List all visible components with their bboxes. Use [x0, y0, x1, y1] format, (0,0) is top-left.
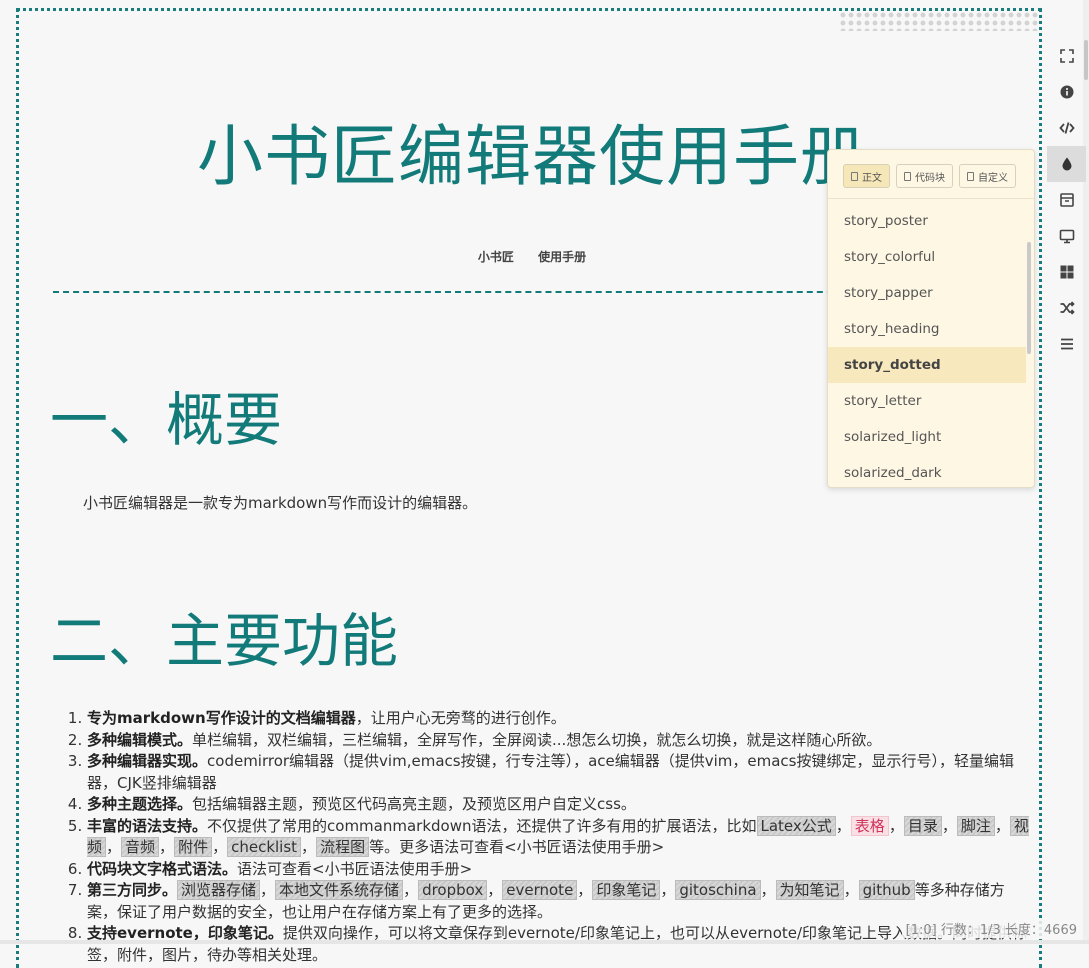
- shuffle-icon: [1060, 301, 1075, 315]
- feature-item: 专为markdown写作设计的文档编辑器，让用户心无旁骛的进行创作。: [87, 708, 1032, 730]
- bottom-strip: [0, 940, 1089, 944]
- right-toolbar: [1047, 38, 1086, 362]
- theme-drop-icon: [1062, 157, 1071, 171]
- feature-tag[interactable]: 音频: [121, 837, 160, 857]
- feature-tag[interactable]: checklist: [227, 837, 302, 857]
- menu-icon: [1060, 338, 1073, 350]
- theme-option[interactable]: solarized_dark: [828, 455, 1026, 487]
- feature-tag[interactable]: 为知笔记: [775, 880, 844, 900]
- feature-title: 多种主题选择。: [87, 795, 193, 813]
- feature-title: 第三方同步。: [87, 881, 178, 899]
- tab-custom-label: 自定义: [978, 172, 1008, 184]
- feature-list: 专为markdown写作设计的文档编辑器，让用户心无旁骛的进行创作。多种编辑模式…: [65, 708, 1032, 966]
- feature-item: 代码块文字格式语法。语法可查看<小书匠语法使用手册>: [87, 859, 1032, 881]
- feature-text: ，让用户心无旁骛的进行创作。: [355, 709, 566, 727]
- theme-option[interactable]: story_poster: [828, 203, 1026, 239]
- theme-option[interactable]: story_colorful: [828, 239, 1026, 275]
- feature-item: 多种编辑模式。单栏编辑，双栏编辑，三栏编辑，全屏写作，全屏阅读...想怎么切换，…: [87, 730, 1032, 752]
- feature-tag[interactable]: dropbox: [418, 880, 488, 900]
- monitor-button[interactable]: [1047, 218, 1086, 254]
- tab-codeblock-label: 代码块: [915, 172, 945, 184]
- tab-custom[interactable]: 自定义: [959, 164, 1016, 188]
- shuffle-button[interactable]: [1047, 290, 1086, 326]
- subtitle-author: 小书匠: [477, 250, 514, 264]
- code-button[interactable]: [1047, 110, 1086, 146]
- grid-icon: [1060, 265, 1073, 279]
- feature-title: 丰富的语法支持。: [87, 816, 208, 835]
- theme-option[interactable]: solarized_light: [828, 419, 1026, 455]
- feature-tag[interactable]: 印象笔记: [592, 880, 661, 900]
- section-heading-overview: 一、概要: [50, 386, 283, 454]
- info-icon: [1060, 85, 1073, 99]
- theme-list-scrollbar[interactable]: [1027, 242, 1031, 354]
- feature-tag[interactable]: 浏览器存储: [177, 880, 261, 900]
- feature-tag[interactable]: 目录: [903, 815, 942, 836]
- feature-text: 语法可查看<小书匠语法使用手册>: [237, 859, 473, 878]
- theme-popup: 正文 代码块 自定义 story_poster story_colorful sto…: [827, 149, 1035, 488]
- feature-text: codemirror编辑器（提供vim,emacs按键，行专注等），ace编辑器…: [87, 752, 1014, 792]
- feature-text: 单栏编辑，双栏编辑，三栏编辑，全屏写作，全屏阅读...想怎么切换，就怎么切换，就…: [192, 730, 882, 749]
- feature-item: 支持evernote，印象笔记。提供双向操作，可以将文章保存到evernote/…: [87, 923, 1032, 966]
- feature-title: 代码块文字格式语法。: [87, 859, 238, 878]
- feature-tag[interactable]: 脚注: [956, 815, 995, 836]
- monitor-icon: [1059, 229, 1074, 244]
- feature-title: 专为markdown写作设计的文档编辑器: [87, 709, 356, 727]
- theme-option[interactable]: story_papper: [828, 275, 1026, 311]
- feature-tag[interactable]: 流程图: [316, 837, 370, 857]
- document-icon: [967, 171, 974, 181]
- feature-tail: 等。更多语法可查看<小书匠语法使用手册>: [369, 838, 665, 856]
- feature-tag[interactable]: 表格: [850, 815, 889, 836]
- fullscreen-icon: [1059, 49, 1074, 63]
- theme-option[interactable]: story_letter: [828, 383, 1026, 419]
- feature-tag[interactable]: evernote: [502, 880, 578, 900]
- feature-tag[interactable]: 附件: [174, 837, 213, 857]
- archive-icon: [1059, 193, 1074, 207]
- title-divider: [53, 291, 853, 293]
- subtitle-name: 使用手册: [538, 250, 587, 264]
- feature-item: 多种主题选择。包括编辑器主题，预览区代码高亮主题，及预览区用户自定义css。: [87, 794, 1032, 816]
- theme-option[interactable]: story_heading: [828, 311, 1026, 347]
- feature-item: 丰富的语法支持。不仅提供了常用的commanmarkdown语法，还提供了许多有…: [87, 815, 1032, 859]
- theme-list: story_poster story_colorful story_papper st…: [828, 203, 1026, 487]
- feature-tag[interactable]: 本地文件系统存储: [275, 880, 404, 900]
- feature-tag[interactable]: Latex公式: [756, 815, 836, 836]
- feature-title: 多种编辑器实现。: [87, 752, 208, 770]
- theme-popup-tabs: 正文 代码块 自定义: [828, 150, 1034, 199]
- document-icon: [904, 171, 911, 181]
- status-bar: [1:0] 行数：1/3 长度：4669: [901, 919, 1081, 938]
- feature-tag[interactable]: gitoschina: [675, 880, 761, 900]
- feature-text: 不仅提供了常用的commanmarkdown语法，还提供了许多有用的扩展语法，比…: [207, 816, 757, 835]
- archive-button[interactable]: [1047, 182, 1086, 218]
- layout-button[interactable]: [1047, 254, 1086, 290]
- corner-decoration: [839, 11, 1039, 31]
- tab-body-label: 正文: [862, 172, 882, 184]
- feature-title: 多种编辑模式。: [87, 730, 193, 749]
- menu-button[interactable]: [1047, 326, 1086, 362]
- theme-button[interactable]: [1047, 146, 1086, 182]
- overview-paragraph: 小书匠编辑器是一款专为markdown写作而设计的编辑器。: [83, 494, 478, 512]
- code-icon: [1058, 122, 1075, 134]
- feature-item: 第三方同步。浏览器存储，本地文件系统存储，dropbox，evernote，印象…: [87, 880, 1032, 923]
- theme-option[interactable]: story_dotted: [828, 347, 1026, 383]
- document-icon: [851, 171, 858, 181]
- feature-text: 包括编辑器主题，预览区代码高亮主题，及预览区用户自定义css。: [192, 795, 636, 813]
- tab-codeblock[interactable]: 代码块: [896, 164, 953, 188]
- info-button[interactable]: [1047, 74, 1086, 110]
- section-heading-features: 二、主要功能: [50, 607, 399, 675]
- feature-item: 多种编辑器实现。codemirror编辑器（提供vim,emacs按键，行专注等…: [87, 751, 1032, 794]
- feature-tag[interactable]: github: [858, 880, 915, 900]
- fullscreen-button[interactable]: [1047, 38, 1086, 74]
- tab-body[interactable]: 正文: [843, 164, 890, 188]
